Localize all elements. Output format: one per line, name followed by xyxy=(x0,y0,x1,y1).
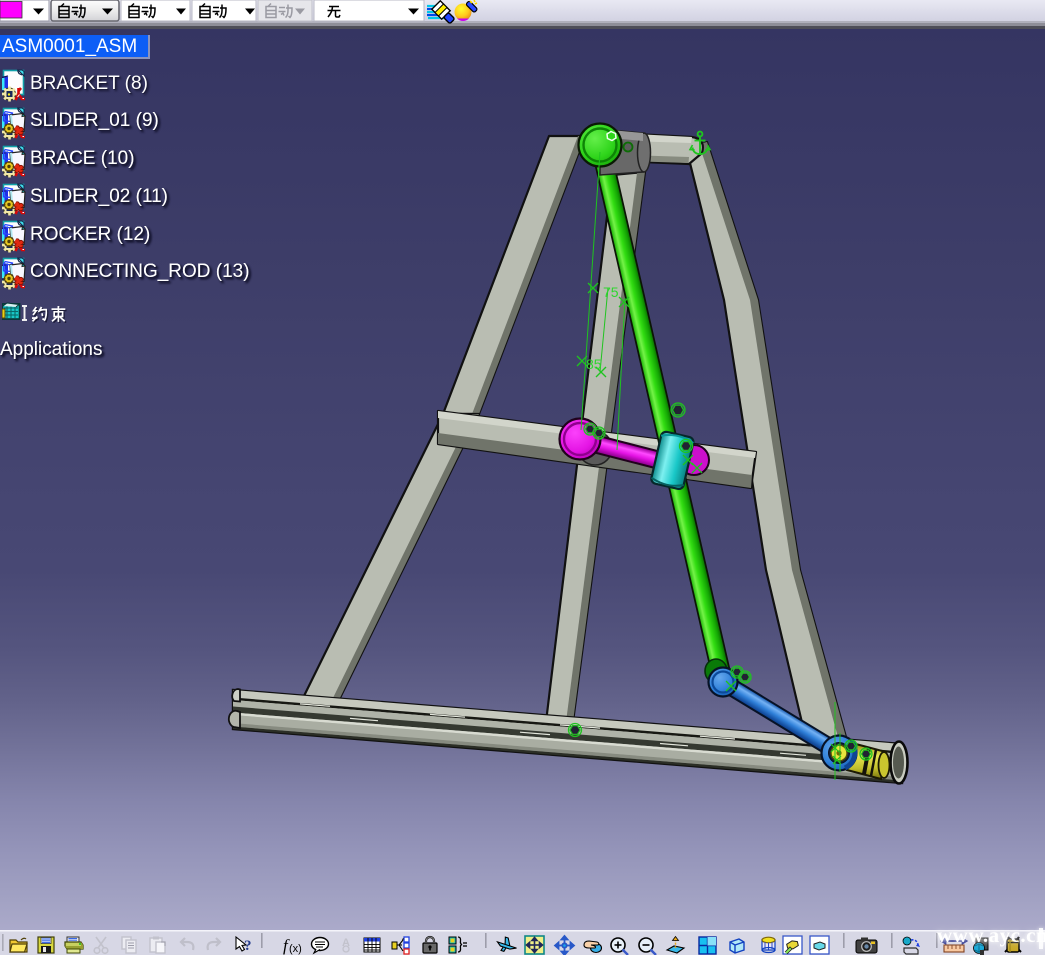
svg-text:?: ? xyxy=(244,938,252,954)
svg-text:(x): (x) xyxy=(289,943,302,955)
svg-text:75: 75 xyxy=(603,284,619,300)
svg-text:85: 85 xyxy=(586,356,602,372)
